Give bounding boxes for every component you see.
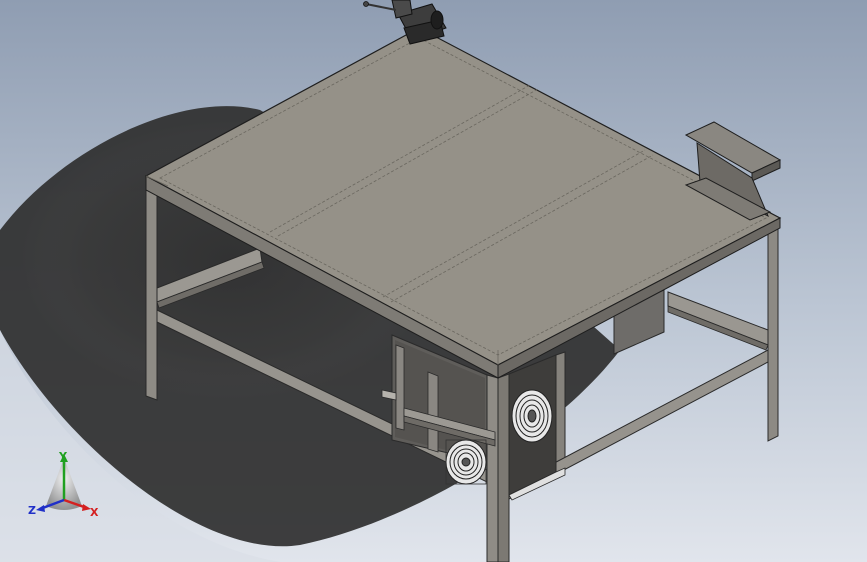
orientation-triad[interactable]: Y X Z bbox=[24, 448, 104, 524]
z-axis-arrow-icon bbox=[36, 505, 45, 512]
x-axis-label: X bbox=[90, 506, 99, 519]
cooling-fan-front bbox=[445, 439, 487, 485]
graphics-viewport[interactable]: Y X Z bbox=[0, 0, 867, 562]
cooling-fan-side bbox=[511, 389, 553, 443]
model-view[interactable] bbox=[0, 0, 867, 562]
y-axis-label: Y bbox=[58, 450, 68, 463]
z-axis-label: Z bbox=[28, 504, 36, 517]
